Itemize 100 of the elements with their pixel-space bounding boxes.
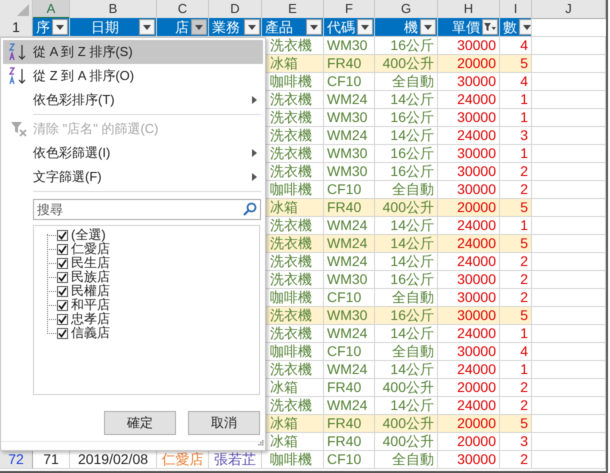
table-cell: 20000	[438, 199, 500, 217]
column-header[interactable]: J	[532, 0, 606, 19]
table-cell: 16公斤	[375, 307, 438, 325]
table-cell: 2	[500, 271, 532, 289]
checkbox[interactable]	[57, 272, 68, 282]
table-cell: WM30	[324, 307, 375, 325]
row-header[interactable]: 1	[0, 18, 33, 37]
table-cell: CF10	[324, 73, 375, 91]
column-header[interactable]: F	[324, 0, 375, 19]
column-header[interactable]: H	[438, 0, 500, 19]
header-label: 機	[403, 18, 418, 36]
table-cell: WM24	[324, 325, 375, 343]
checkbox-item[interactable]: 民族店	[47, 270, 110, 284]
table-cell: WM24	[324, 361, 375, 379]
dialog-button[interactable]: 取消	[188, 411, 260, 435]
filter-dropdown-button[interactable]	[244, 19, 260, 35]
filter-dropdown-button[interactable]	[191, 19, 207, 35]
table-cell: 24000	[438, 253, 500, 271]
table-cell: 16公斤	[375, 145, 438, 163]
table-cell: 24000	[438, 325, 500, 343]
table-cell: 14公斤	[375, 361, 438, 379]
filter-dropdown-button[interactable]	[306, 19, 322, 35]
column-header[interactable]: D	[209, 0, 262, 19]
table-cell: WM30	[324, 109, 375, 127]
filter-dropdown-button[interactable]	[482, 19, 498, 35]
caret-icon	[361, 24, 369, 30]
table-cell: 5	[500, 55, 532, 73]
menu-item[interactable]: 文字篩選(F)	[3, 165, 263, 189]
select-all-corner-icon	[17, 4, 29, 16]
table-cell: 30000	[438, 307, 500, 325]
checkbox[interactable]	[57, 286, 68, 296]
menu-item[interactable]: 從 Z 到 A 排序(O)	[3, 64, 263, 88]
search-field[interactable]: 搜尋	[33, 199, 261, 220]
column-header[interactable]: B	[70, 0, 157, 19]
table-cell: WM24	[324, 91, 375, 109]
dialog-button[interactable]: 確定	[104, 411, 176, 435]
resize-grip-icon	[258, 440, 264, 446]
filter-dropdown-button[interactable]	[519, 19, 531, 35]
table-cell: 全自動	[375, 343, 438, 361]
header-label: 產品	[265, 18, 294, 36]
table-cell: 5	[500, 199, 532, 217]
table-cell: 400公升	[375, 199, 438, 217]
table-cell: 1	[500, 109, 532, 127]
checkbox[interactable]	[57, 244, 68, 254]
checkbox[interactable]	[57, 300, 68, 310]
checkbox-item[interactable]: 和平店	[47, 298, 110, 312]
caret-icon	[143, 24, 151, 30]
header-label: 單價	[451, 18, 480, 36]
table-cell: 30000	[438, 73, 500, 91]
header-label: 日期	[90, 18, 120, 36]
filter-dropdown-button[interactable]	[420, 19, 436, 35]
table-cell: 30000	[438, 109, 500, 127]
checkbox-item[interactable]: 民權店	[47, 284, 110, 298]
table-cell: 5	[500, 415, 532, 433]
header-label: 序	[36, 18, 50, 36]
menu-item[interactable]: 依色彩排序(T)	[3, 88, 263, 112]
table-cell: 2	[500, 253, 532, 271]
header-label: 數	[503, 18, 517, 36]
column-header[interactable]: G	[375, 0, 438, 19]
search-icon	[243, 202, 257, 216]
column-header[interactable]: A	[33, 0, 70, 19]
menu-item[interactable]: 依色彩篩選(I)	[3, 141, 263, 165]
caret-icon	[424, 24, 432, 30]
header-label: 店	[174, 18, 189, 36]
caret-icon	[56, 24, 64, 30]
table-cell: 30000	[438, 163, 500, 181]
column-header[interactable]: C	[157, 0, 209, 19]
caret-icon	[195, 24, 203, 30]
checkbox[interactable]	[57, 314, 68, 324]
header-label: 代碼	[327, 18, 355, 36]
checkbox[interactable]	[57, 328, 68, 338]
table-cell: 14公斤	[375, 253, 438, 271]
table-cell: 24000	[438, 127, 500, 145]
caret-icon	[523, 24, 531, 30]
filter-dropdown-button[interactable]	[52, 19, 68, 35]
checkbox[interactable]	[57, 258, 68, 268]
table-cell: 16公斤	[375, 163, 438, 181]
caret-icon	[310, 24, 318, 30]
row-header[interactable]: 72	[0, 451, 33, 469]
column-header[interactable]: I	[500, 0, 532, 19]
table-cell: CF10	[324, 343, 375, 361]
table-cell: 1	[500, 361, 532, 379]
column-header[interactable]: E	[262, 0, 324, 19]
table-cell: 2	[500, 163, 532, 181]
table-cell: FR40	[324, 55, 375, 73]
filter-dropdown-button[interactable]	[357, 19, 373, 35]
table-cell: 400公升	[375, 433, 438, 451]
filter-dropdown-button[interactable]	[139, 19, 155, 35]
table-cell: WM30	[324, 271, 375, 289]
table-cell: 14公斤	[375, 91, 438, 109]
menu-item[interactable]: 從 A 到 Z 排序(S)	[3, 40, 263, 64]
checkbox-item[interactable]: 民生店	[47, 256, 110, 270]
checkbox[interactable]	[57, 230, 68, 240]
table-cell: 20000	[438, 415, 500, 433]
checkbox-item[interactable]: 仁愛店	[47, 242, 110, 256]
checkbox-item[interactable]: (全選)	[47, 228, 106, 242]
checkbox-item[interactable]: 信義店	[47, 326, 110, 340]
table-cell: WM30	[324, 145, 375, 163]
table-cell: 14公斤	[375, 127, 438, 145]
checkbox-item[interactable]: 忠孝店	[47, 312, 110, 326]
